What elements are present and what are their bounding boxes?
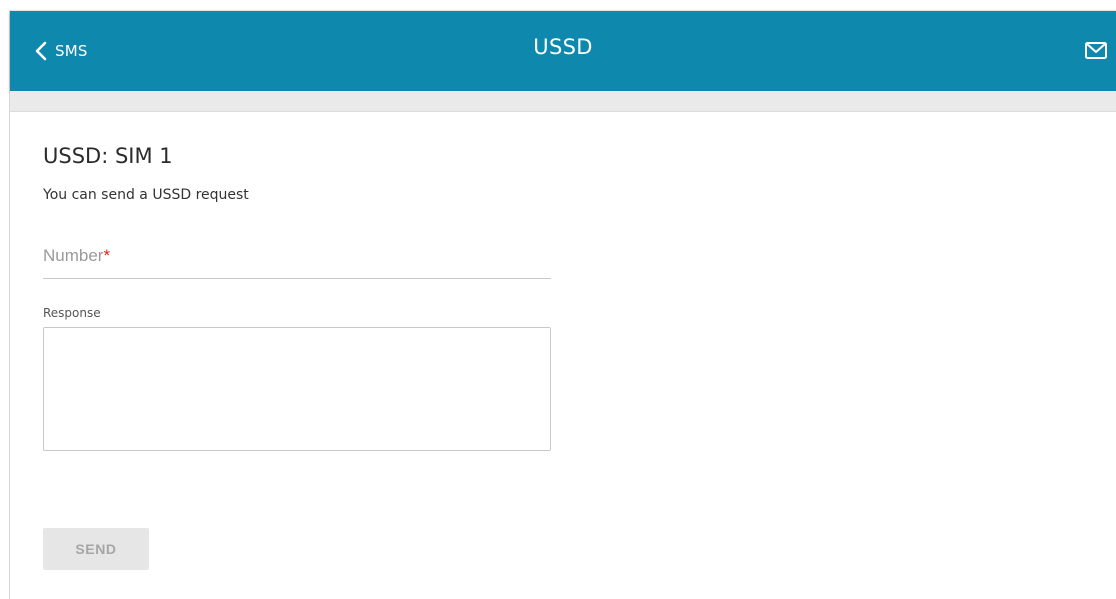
section-description: You can send a USSD request (43, 187, 249, 203)
section-title: USSD: SIM 1 (43, 144, 173, 168)
page-title: USSD (533, 35, 593, 59)
top-header-bar: SMS USSD (10, 11, 1116, 91)
number-field: Number* (43, 236, 551, 279)
main-content: USSD: SIM 1 You can send a USSD request … (10, 112, 1116, 599)
number-input[interactable] (43, 236, 551, 276)
page: SMS USSD USSD: SIM 1 You can send a USSD… (0, 0, 1116, 599)
header-shadow-strip (10, 91, 1116, 112)
response-textarea[interactable] (43, 327, 551, 451)
send-button[interactable]: SEND (43, 528, 149, 570)
response-label: Response (43, 306, 101, 320)
envelope-icon[interactable] (1084, 41, 1108, 61)
